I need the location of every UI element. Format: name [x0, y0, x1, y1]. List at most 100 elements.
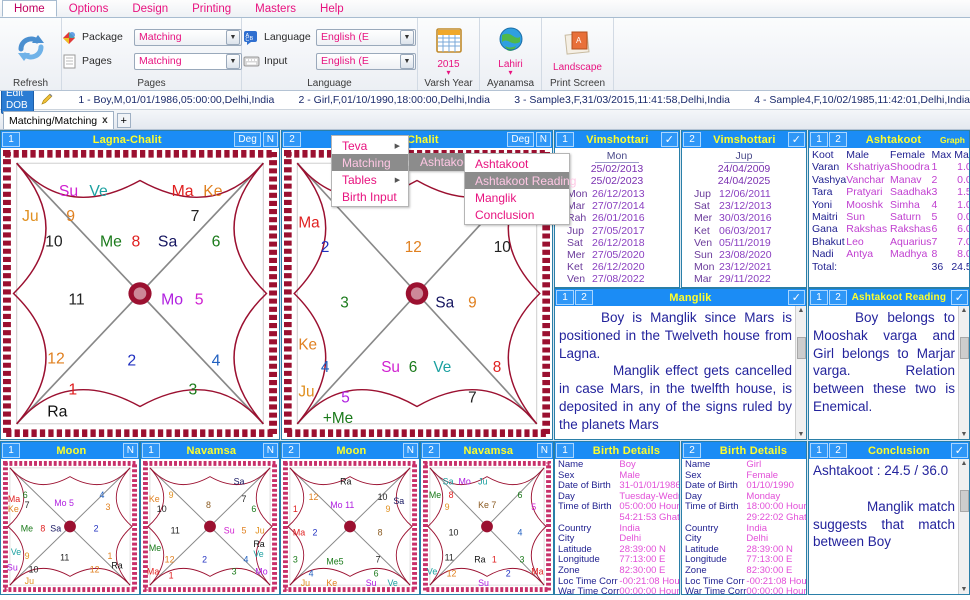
dasha-row[interactable]: Sat 26/12/2018: [558, 237, 676, 249]
dob-entry-1[interactable]: 1 - Boy,M,01/01/1986,05:00:00,Delhi,Indi…: [78, 94, 274, 106]
conclusion-scrollbar[interactable]: ▲ ▼: [958, 459, 969, 594]
dasha-row[interactable]: Ven 27/08/2022: [558, 273, 676, 285]
panel-index[interactable]: 1: [2, 132, 20, 147]
chart-style-toggle[interactable]: N: [262, 132, 278, 147]
checkmark-icon[interactable]: ✓: [787, 290, 805, 305]
panel-index-1[interactable]: 1: [810, 290, 828, 305]
menu-item-ashtakoot-reading[interactable]: Ashtakoot Reading: [465, 172, 576, 189]
panel-title-bar[interactable]: 1 Birth Details: [555, 442, 679, 459]
table-row[interactable]: NadiAntyaMadhya88.00: [812, 248, 969, 260]
refresh-button[interactable]: [3, 31, 59, 68]
panel-title-bar[interactable]: 2 Navamsa N: [421, 442, 553, 459]
panel-index[interactable]: 1: [2, 443, 20, 458]
panel-title-bar[interactable]: 1 Lagna-Chalit Deg N: [1, 131, 279, 148]
panel-title-bar[interactable]: 2 Birth Details: [682, 442, 806, 459]
table-row[interactable]: YoniMooshkSimha41.00: [812, 199, 969, 211]
dasha-row[interactable]: Rah24/04/2025: [685, 286, 803, 287]
panel-index[interactable]: 1: [142, 443, 160, 458]
dasha-row[interactable]: Mar 27/07/2014: [558, 200, 676, 212]
ayanamsa-button[interactable]: Lahiri ▾: [480, 23, 542, 77]
panel-index-2[interactable]: 2: [575, 290, 593, 305]
panel-index[interactable]: 2: [422, 443, 440, 458]
panel-title-bar[interactable]: 1 2 Ashtakoot Graph: [809, 131, 969, 148]
panel-title-bar[interactable]: 2 Lagna-Chalit Deg N: [282, 131, 552, 148]
panel-index[interactable]: 2: [683, 132, 701, 147]
scrollbar-thumb[interactable]: [959, 490, 969, 512]
panel-title-bar[interactable]: 1 Navamsa N: [141, 442, 279, 459]
dasha-row[interactable]: Jup 27/05/2017: [558, 225, 676, 237]
table-row[interactable]: VashyaVancharManav20.00: [812, 174, 969, 186]
panel-index[interactable]: 1: [556, 443, 574, 458]
scrollbar-thumb[interactable]: [796, 337, 806, 359]
varsh-year-button[interactable]: 2015 ▾: [418, 23, 480, 77]
dasha-row[interactable]: Mon 26/12/2013: [558, 188, 676, 200]
dasha-row[interactable]: Sun25/02/2023: [558, 286, 676, 287]
ribbon-tab-options[interactable]: Options: [57, 0, 121, 17]
panel-index-1[interactable]: 1: [810, 443, 828, 458]
north-indian-chart-lagna-1[interactable]: Su Ve Ma Ke Ju 9 7 10 Me 8 Sa 6 11 Mo 5 12 2 …: [3, 150, 277, 437]
checkmark-icon[interactable]: ✓: [787, 132, 805, 147]
chart-style-toggle[interactable]: N: [535, 132, 551, 147]
panel-title-bar[interactable]: 1 2 Ashtakoot Reading ✓: [809, 289, 969, 306]
checkmark-icon[interactable]: ✓: [950, 443, 968, 458]
chevron-down-icon[interactable]: ▼: [226, 53, 240, 69]
table-row[interactable]: VaranKshatriyaShoodra11.00: [812, 161, 969, 173]
menu-item-birth-input[interactable]: Birth Input: [332, 188, 408, 205]
panel-title-bar[interactable]: 1 Moon N: [1, 442, 139, 459]
checkmark-icon[interactable]: ✓: [950, 290, 968, 305]
panel-title-bar[interactable]: 2 Moon N: [281, 442, 419, 459]
panel-title-bar[interactable]: 2 Vimshottari ✓: [682, 131, 806, 148]
chart-style-toggle[interactable]: N: [122, 443, 138, 458]
pages-select[interactable]: Matching ▼: [134, 52, 242, 70]
dasha-row[interactable]: Rah 26/01/2016: [558, 212, 676, 224]
graph-link[interactable]: Graph: [940, 135, 965, 145]
scrollbar-thumb[interactable]: [959, 337, 969, 359]
ribbon-tab-help[interactable]: Help: [308, 0, 356, 17]
menu-item-ashtakoot[interactable]: Ashtakoot: [465, 155, 569, 172]
panel-index[interactable]: 2: [283, 132, 301, 147]
document-tab-matching[interactable]: Matching/Matching x: [3, 111, 114, 129]
dasha-row[interactable]: Sun 23/08/2020: [685, 249, 803, 261]
dasha-row[interactable]: Ket 26/12/2020: [558, 261, 676, 273]
add-tab-button[interactable]: +: [116, 113, 131, 128]
deg-toggle[interactable]: Deg: [507, 132, 534, 147]
panel-index-2[interactable]: 2: [829, 290, 847, 305]
menu-item-manglik[interactable]: Manglik: [465, 189, 569, 206]
ayanamsa-dropdown-dot-icon[interactable]: ▾: [508, 69, 512, 77]
panel-index-2[interactable]: 2: [829, 132, 847, 147]
chevron-down-icon[interactable]: ▼: [226, 29, 240, 45]
panel-index[interactable]: 2: [683, 443, 701, 458]
panel-title-bar[interactable]: 1 2 Conclusion ✓: [809, 442, 969, 459]
ribbon-tab-masters[interactable]: Masters: [243, 0, 308, 17]
dasha-row[interactable]: Sat 23/12/2013: [685, 200, 803, 212]
dasha-row[interactable]: Ket 06/03/2017: [685, 225, 803, 237]
panel-index-1[interactable]: 1: [556, 290, 574, 305]
north-indian-chart-navamsa-1[interactable]: Sa Ke 9 10 8 76 11 Su 5 Ju Ra Ve Me 12 24 Ma 1 …: [143, 461, 277, 592]
print-screen-button[interactable]: A Landscape: [547, 26, 609, 73]
table-row[interactable]: GanaRakshasRakshas66.00: [812, 223, 969, 235]
panel-index[interactable]: 1: [556, 132, 574, 147]
panel-title-bar[interactable]: 1 2 Manglik ✓: [555, 289, 806, 306]
pencil-icon[interactable]: [40, 92, 54, 109]
dasha-row[interactable]: Mer 27/05/2020: [558, 249, 676, 261]
panel-index-2[interactable]: 2: [829, 443, 847, 458]
menu-item-tables[interactable]: Tables ▶: [332, 171, 408, 188]
dob-entry-2[interactable]: 2 - Girl,F,01/10/1990,18:00:00,Delhi,Ind…: [299, 94, 490, 106]
language-select[interactable]: English (E ▼: [316, 28, 416, 46]
table-row[interactable]: TaraPratyariSaadhak31.50: [812, 186, 969, 198]
panel-index-1[interactable]: 1: [810, 132, 828, 147]
dasha-row[interactable]: Mer 30/03/2016: [685, 212, 803, 224]
menu-item-teva[interactable]: Teva ▶: [332, 137, 408, 154]
ribbon-tab-printing[interactable]: Printing: [180, 0, 243, 17]
table-row[interactable]: BhakutLeoAquarius77.00: [812, 236, 969, 248]
table-row[interactable]: MaitriSunSaturn50.00: [812, 211, 969, 223]
dob-entry-4[interactable]: 4 - Sample4,F,10/02/1985,11:42:01,Delhi,…: [754, 94, 970, 106]
scroll-down-icon[interactable]: ▼: [959, 430, 969, 439]
varsh-dropdown-dot-icon[interactable]: ▾: [446, 69, 450, 77]
ribbon-tab-home[interactable]: Home: [2, 0, 57, 17]
scroll-up-icon[interactable]: ▲: [959, 459, 969, 468]
dasha-row[interactable]: Ven 05/11/2019: [685, 237, 803, 249]
deg-toggle[interactable]: Deg: [234, 132, 261, 147]
dasha-row[interactable]: Mar 29/11/2022: [685, 273, 803, 285]
chevron-down-icon[interactable]: ▼: [400, 29, 414, 45]
